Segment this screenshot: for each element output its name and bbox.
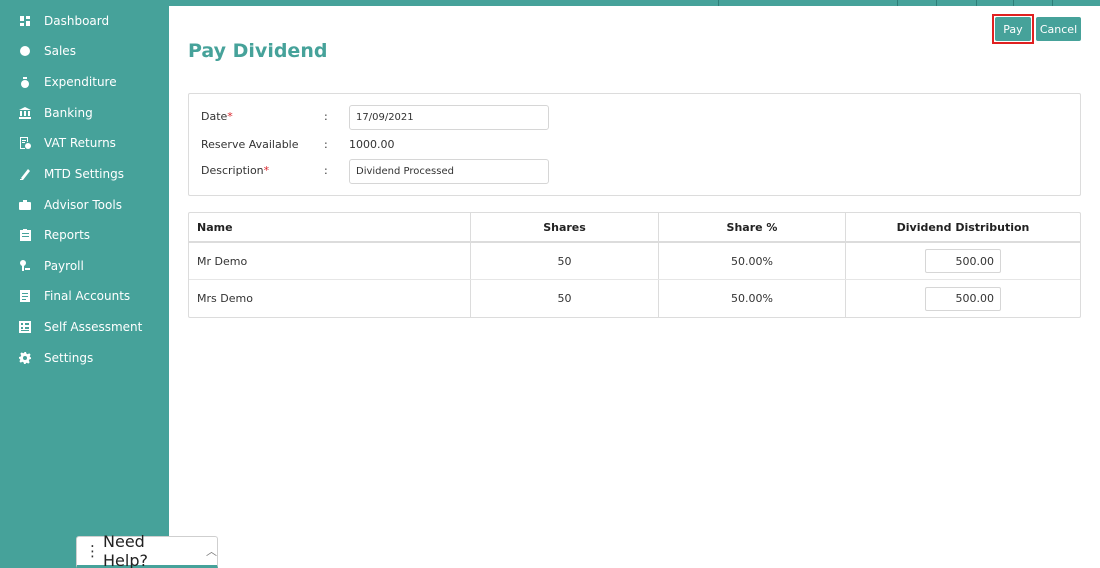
colon: : [324,164,328,177]
bank-icon [18,106,32,120]
required-marker: * [263,164,270,177]
briefcase-icon [18,198,32,212]
need-help-widget[interactable]: ⋮ Need Help? ︿ [76,532,218,568]
share-pct-value: 50.00% [659,243,846,279]
colon: : [324,110,328,123]
sidebar-item-payroll[interactable]: Payroll [18,255,84,277]
column-header-shares: Shares [471,213,659,241]
colon: : [324,138,328,151]
shares-value: 50 [471,243,659,279]
sidebar-item-label: Expenditure [44,75,117,89]
sales-icon [18,44,32,58]
sidebar-item-label: Final Accounts [44,289,131,303]
reserve-available-value: 1000.00 [349,138,395,151]
pay-button[interactable]: Pay [995,17,1031,41]
reserve-available-label: Reserve Available [201,138,299,151]
sidebar-item-dashboard[interactable]: Dashboard [18,10,109,32]
need-help-label: Need Help? [103,532,148,568]
description-label: Description* [201,164,270,177]
dividend-amount-input[interactable]: 500.00 [925,249,1001,273]
column-header-dividend: Dividend Distribution [896,220,1030,234]
sidebar-item-label: Banking [44,106,93,120]
drag-handle-icon: ⋮ [85,541,100,560]
dividend-cell: 500.00 [846,280,1080,317]
sidebar-item-label: VAT Returns [44,136,116,150]
date-label: Date* [201,110,233,123]
shareholder-name: Mr Demo [189,243,471,279]
sidebar-item-label: Dashboard [44,14,110,28]
sidebar-item-final-accounts[interactable]: Final Accounts [18,285,130,307]
sidebar-item-self-assessment[interactable]: Self Assessment [18,316,142,338]
dividend-cell: 500.00 [846,243,1080,279]
sidebar-item-label: Settings [44,351,94,365]
table-row: Mr Demo 50 50.00% 500.00 [189,243,1080,280]
dashboard-icon [18,14,32,28]
sidebar-item-label: Self Assessment [44,320,143,334]
cancel-button[interactable]: Cancel [1036,17,1081,41]
sidebar-item-label: Sales [44,44,76,58]
dividend-form: Date* : 17/09/2021 Reserve Available : 1… [188,93,1081,196]
sidebar-item-advisor-tools[interactable]: Advisor Tools [18,194,122,216]
sidebar-item-label: Reports [44,228,91,242]
sidebar-item-settings[interactable]: Settings [18,347,93,369]
sidebar-item-banking[interactable]: Banking [18,102,93,124]
money-bag-icon [18,75,32,89]
column-header-name: Name [189,213,471,241]
sidebar-item-label: MTD Settings [44,167,124,181]
final-accounts-icon [18,289,32,303]
share-pct-value: 50.00% [659,280,846,317]
sidebar-item-sales[interactable]: Sales [18,40,76,62]
required-marker: * [227,110,233,123]
table-header-row: Name Shares Share % Dividend Distributio… [189,213,1080,243]
dividend-table: Name Shares Share % Dividend Distributio… [188,212,1081,318]
chevron-up-icon[interactable]: ︿ [206,543,217,559]
column-header-share-pct: Share % [659,213,846,241]
vat-returns-icon [18,136,32,150]
sidebar-item-mtd-settings[interactable]: MTD Settings [18,163,124,185]
sidebar-item-reports[interactable]: Reports [18,224,90,246]
sidebar-item-vat-returns[interactable]: VAT Returns [18,132,116,154]
shares-value: 50 [471,280,659,317]
gear-icon [18,351,32,365]
sidebar: Dashboard Sales Expenditure Banking VAT … [0,0,169,568]
table-row: Mrs Demo 50 50.00% 500.00 [189,280,1080,317]
sidebar-item-label: Advisor Tools [44,198,122,212]
dividend-amount-input[interactable]: 500.00 [925,286,1001,311]
page-title: Pay Dividend [188,40,328,62]
self-assessment-icon [18,320,32,334]
sidebar-item-expenditure[interactable]: Expenditure [18,71,117,93]
payroll-icon [18,259,32,273]
description-input[interactable]: Dividend Processed [349,159,549,184]
date-input[interactable]: 17/09/2021 [349,105,549,130]
reports-icon [18,228,32,242]
shareholder-name: Mrs Demo [189,280,471,317]
mtd-settings-icon [18,167,32,181]
sidebar-item-label: Payroll [44,259,84,273]
